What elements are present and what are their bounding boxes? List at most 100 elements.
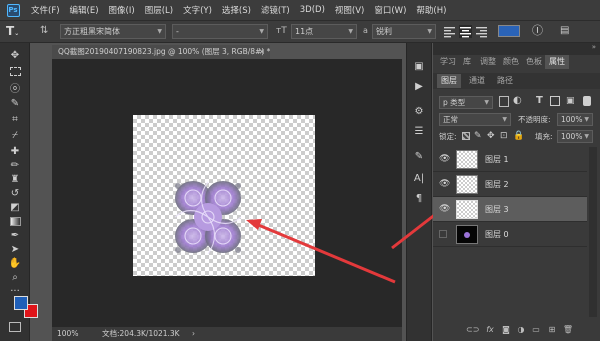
- properties-panel-icon[interactable]: ☰: [412, 125, 426, 137]
- align-right-icon[interactable]: [475, 25, 488, 38]
- eye-icon[interactable]: 👁: [439, 154, 450, 164]
- layer-name[interactable]: 图层 3: [485, 197, 509, 222]
- path-select-tool-icon[interactable]: ➤: [7, 242, 23, 256]
- layer-thumbnail[interactable]: [456, 200, 478, 219]
- lock-all-icon[interactable]: 🔒: [513, 130, 524, 142]
- quick-select-tool-icon[interactable]: ✎: [7, 96, 23, 110]
- layer-row-0[interactable]: 图层 0: [433, 222, 587, 247]
- align-center-icon[interactable]: [459, 25, 472, 38]
- tab-properties[interactable]: 属性: [545, 55, 569, 69]
- warp-text-icon[interactable]: Ⓘ: [532, 24, 546, 38]
- hand-tool-icon[interactable]: ✋: [7, 256, 23, 270]
- adjustment-layer-icon[interactable]: ◑: [515, 325, 527, 335]
- text-color-swatch[interactable]: [498, 25, 520, 37]
- layer-filter-select[interactable]: p 类型 ▼: [439, 96, 493, 109]
- tab-layers[interactable]: 图层: [437, 74, 461, 88]
- zoom-level[interactable]: 100%: [57, 327, 78, 341]
- align-left-icon[interactable]: [443, 25, 456, 38]
- filter-adjustment-icon[interactable]: ◐: [513, 95, 525, 107]
- tab-channels[interactable]: 通道: [465, 74, 489, 88]
- tab-learn[interactable]: 学习: [437, 55, 459, 69]
- character-panel-icon[interactable]: ▤: [560, 24, 574, 38]
- type-tool-preset-icon[interactable]: T⌄: [6, 24, 28, 38]
- blend-mode-select[interactable]: 正常 ▼: [439, 113, 511, 126]
- layer-name[interactable]: 图层 0: [485, 222, 509, 247]
- fill-input[interactable]: 100% ▼: [557, 130, 593, 143]
- layer-thumbnail[interactable]: [456, 175, 478, 194]
- menu-filter[interactable]: 滤镜(T): [256, 4, 295, 16]
- menu-help[interactable]: 帮助(H): [411, 4, 451, 16]
- menu-layer[interactable]: 图层(L): [140, 4, 178, 16]
- chevron-right-icon[interactable]: ›: [192, 327, 195, 341]
- document-tab[interactable]: QQ截图20190407190823.jpg @ 100% (图层 3, RGB…: [52, 45, 270, 59]
- history-panel-icon[interactable]: ▣: [412, 60, 426, 72]
- tab-swatches[interactable]: 色板: [523, 55, 545, 69]
- tab-paths[interactable]: 路径: [493, 74, 517, 88]
- font-size-select[interactable]: 11点 ▼: [291, 24, 357, 39]
- layer-row-3[interactable]: 👁 图层 3: [433, 197, 587, 222]
- pen-tool-icon[interactable]: ✒: [7, 228, 23, 242]
- link-layers-icon[interactable]: ⊂⊃: [466, 325, 479, 335]
- filter-smart-object-icon[interactable]: ▣: [566, 95, 576, 107]
- eye-icon[interactable]: 👁: [439, 179, 450, 189]
- visibility-toggle[interactable]: [439, 230, 447, 238]
- toggle-orientation-icon[interactable]: ⇅: [40, 25, 52, 37]
- character-panel-icon[interactable]: A|: [412, 172, 426, 184]
- font-style-select[interactable]: - ▼: [172, 24, 268, 39]
- paragraph-panel-icon[interactable]: ¶: [412, 192, 426, 204]
- history-brush-tool-icon[interactable]: ↺: [7, 186, 23, 200]
- marquee-tool-icon[interactable]: [7, 64, 23, 78]
- menu-view[interactable]: 视图(V): [330, 4, 369, 16]
- eye-icon[interactable]: 👁: [439, 204, 450, 214]
- menu-edit[interactable]: 编辑(E): [65, 4, 104, 16]
- menu-type[interactable]: 文字(Y): [178, 4, 217, 16]
- zoom-tool-icon[interactable]: ⌕: [7, 270, 23, 284]
- tab-libraries[interactable]: 库: [460, 55, 474, 69]
- new-group-icon[interactable]: ▭: [530, 325, 542, 335]
- lasso-tool-icon[interactable]: ⓞ: [7, 80, 23, 95]
- lock-artboard-icon[interactable]: ⊡: [500, 130, 510, 142]
- ornament-graphic[interactable]: [165, 174, 251, 266]
- brush-tool-icon[interactable]: ✏: [7, 158, 23, 172]
- menu-3d[interactable]: 3D(D): [295, 5, 330, 15]
- layer-thumbnail[interactable]: [456, 150, 478, 169]
- lock-image-icon[interactable]: ✎: [474, 130, 484, 142]
- tab-adjustments[interactable]: 调整: [477, 55, 499, 69]
- filter-type-icon[interactable]: T: [536, 95, 546, 107]
- new-layer-icon[interactable]: ⊞: [546, 325, 558, 335]
- eraser-tool-icon[interactable]: ◩: [7, 200, 23, 214]
- quick-mask-icon[interactable]: [9, 322, 21, 332]
- play-action-icon[interactable]: ▶: [412, 80, 426, 92]
- brush-panel-icon[interactable]: ✎: [412, 150, 426, 162]
- tab-color[interactable]: 颜色: [500, 55, 522, 69]
- filter-pixel-icon[interactable]: [499, 96, 509, 107]
- adjustments-panel-icon[interactable]: ⚙: [412, 105, 426, 117]
- double-chevron-icon[interactable]: »: [592, 43, 596, 51]
- opacity-input[interactable]: 100% ▼: [557, 113, 593, 126]
- fx-icon[interactable]: fx: [484, 325, 496, 335]
- move-tool-icon[interactable]: ✥: [7, 48, 23, 62]
- crop-tool-icon[interactable]: ⌗: [7, 112, 23, 126]
- close-icon[interactable]: ×: [259, 45, 265, 59]
- font-family-select[interactable]: 方正粗黑宋简体 ▼: [60, 24, 166, 39]
- gradient-tool-icon[interactable]: [7, 214, 23, 228]
- layers-scrollbar[interactable]: [589, 147, 597, 317]
- lock-position-icon[interactable]: ✥: [487, 130, 497, 142]
- add-mask-icon[interactable]: ◙: [500, 325, 512, 335]
- healing-brush-tool-icon[interactable]: ✚: [7, 144, 23, 158]
- delete-layer-icon[interactable]: 🗑: [562, 325, 574, 335]
- eyedropper-tool-icon[interactable]: ⌿: [7, 128, 23, 142]
- layer-thumbnail[interactable]: [456, 225, 478, 244]
- layer-name[interactable]: 图层 1: [485, 147, 509, 172]
- foreground-color-swatch[interactable]: [14, 296, 28, 310]
- layer-name[interactable]: 图层 2: [485, 172, 509, 197]
- clone-stamp-tool-icon[interactable]: ♜: [7, 172, 23, 186]
- menu-window[interactable]: 窗口(W): [369, 4, 411, 16]
- antialias-select[interactable]: 锐利 ▼: [372, 24, 436, 39]
- filter-toggle-icon[interactable]: [583, 96, 591, 106]
- menu-image[interactable]: 图像(I): [104, 4, 140, 16]
- menu-select[interactable]: 选择(S): [217, 4, 256, 16]
- filter-shape-icon[interactable]: [550, 96, 560, 106]
- lock-transparent-icon[interactable]: [462, 132, 470, 140]
- menu-file[interactable]: 文件(F): [26, 4, 65, 16]
